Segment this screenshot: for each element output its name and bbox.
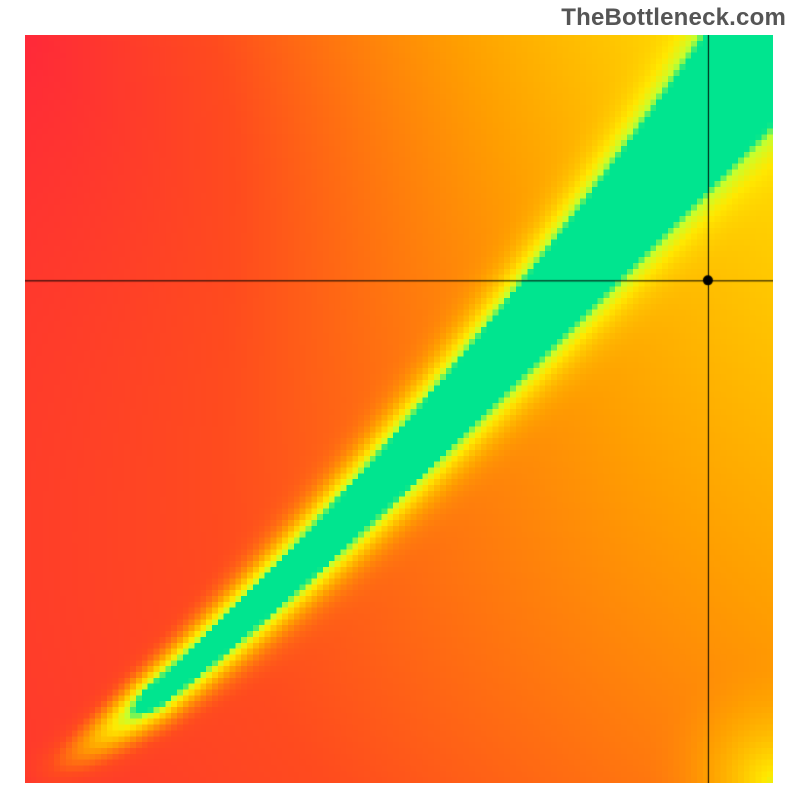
chart-container: TheBottleneck.com: [0, 0, 800, 800]
crosshair-overlay: [25, 35, 773, 783]
watermark-text: TheBottleneck.com: [561, 4, 786, 32]
